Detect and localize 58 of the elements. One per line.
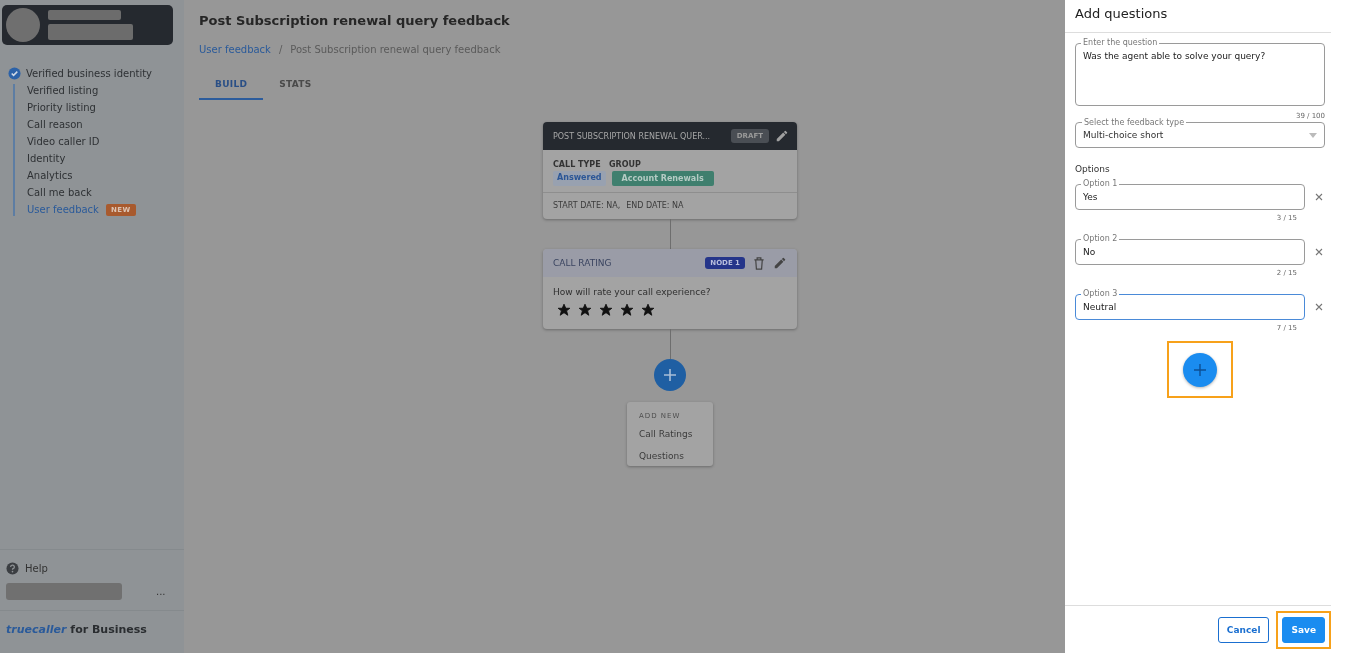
help-icon[interactable] [6,562,19,575]
call-type-tag: Answered [553,171,606,186]
profile-card[interactable] [2,5,173,45]
field-label: CALL TYPE [553,160,602,169]
star-icon[interactable] [641,303,655,317]
tab[interactable]: BUILD [199,79,264,100]
end-date: END DATE: NA [626,201,684,210]
menu-item[interactable]: Questions [639,451,713,461]
field-label: Select the feedback type [1082,118,1187,127]
field-label: GROUP [609,160,641,169]
plus-icon [1193,362,1207,377]
field-label: Option 1 [1081,179,1120,188]
star-icon[interactable] [599,303,613,317]
question-text: How will rate your call experience? [552,286,712,299]
nav-item[interactable]: Priority listing [27,102,96,113]
panel-title: Add questions [1065,0,1331,33]
more-button[interactable]: ... [156,586,166,597]
add-option-button[interactable] [1183,352,1217,387]
close-icon[interactable] [1315,193,1323,201]
add-node-button[interactable] [654,359,686,391]
nav-section-title[interactable]: Verified business identity [26,68,152,79]
nav-item[interactable]: Video caller ID [27,136,100,147]
group-tag: Account Renewals [611,171,714,186]
close-icon[interactable] [1315,248,1323,256]
close-icon[interactable] [1315,303,1323,311]
star-icon[interactable] [578,303,592,317]
brand-suffix: for Business [70,623,147,636]
dropdown-caret-icon [1309,132,1317,138]
brand-logo: truecaller [6,623,67,636]
breadcrumb-link[interactable]: User feedback [199,44,271,55]
pencil-icon[interactable] [775,129,789,143]
breadcrumb-separator: / [278,44,283,55]
page-title: Post Subscription renewal query feedback [199,13,510,28]
trash-icon[interactable] [753,256,765,270]
nav-item[interactable]: Call reason [27,119,83,130]
cancel-button[interactable]: Cancel [1217,616,1270,643]
options-heading: Options [1075,164,1111,174]
breadcrumb-current: Post Subscription renewal query feedback [290,44,501,55]
save-button[interactable]: Save [1282,616,1325,643]
star-icon[interactable] [620,303,634,317]
survey-title: POST SUBSCRIPTION RENEWAL QUER... [553,131,712,141]
tab[interactable]: STATS [263,79,328,100]
avatar [6,8,40,42]
nav-item[interactable]: Identity [27,153,66,164]
star-icon[interactable] [557,303,571,317]
nav-item[interactable]: Analytics [27,170,73,181]
field-label: Option 3 [1081,289,1120,298]
plus-icon [663,368,677,382]
nav-item[interactable]: Verified listing [27,85,99,96]
help-link[interactable]: Help [25,563,48,574]
field-label: Enter the question [1081,38,1160,47]
nav-item[interactable]: Call me back [27,187,92,198]
node-title: CALL RATING [553,258,613,268]
pencil-icon[interactable] [773,256,787,270]
menu-item[interactable]: Call Ratings [639,429,713,439]
nav-item[interactable]: User feedback [27,204,99,215]
start-date: START DATE: NA, [553,201,621,210]
field-label: Option 2 [1081,234,1120,243]
